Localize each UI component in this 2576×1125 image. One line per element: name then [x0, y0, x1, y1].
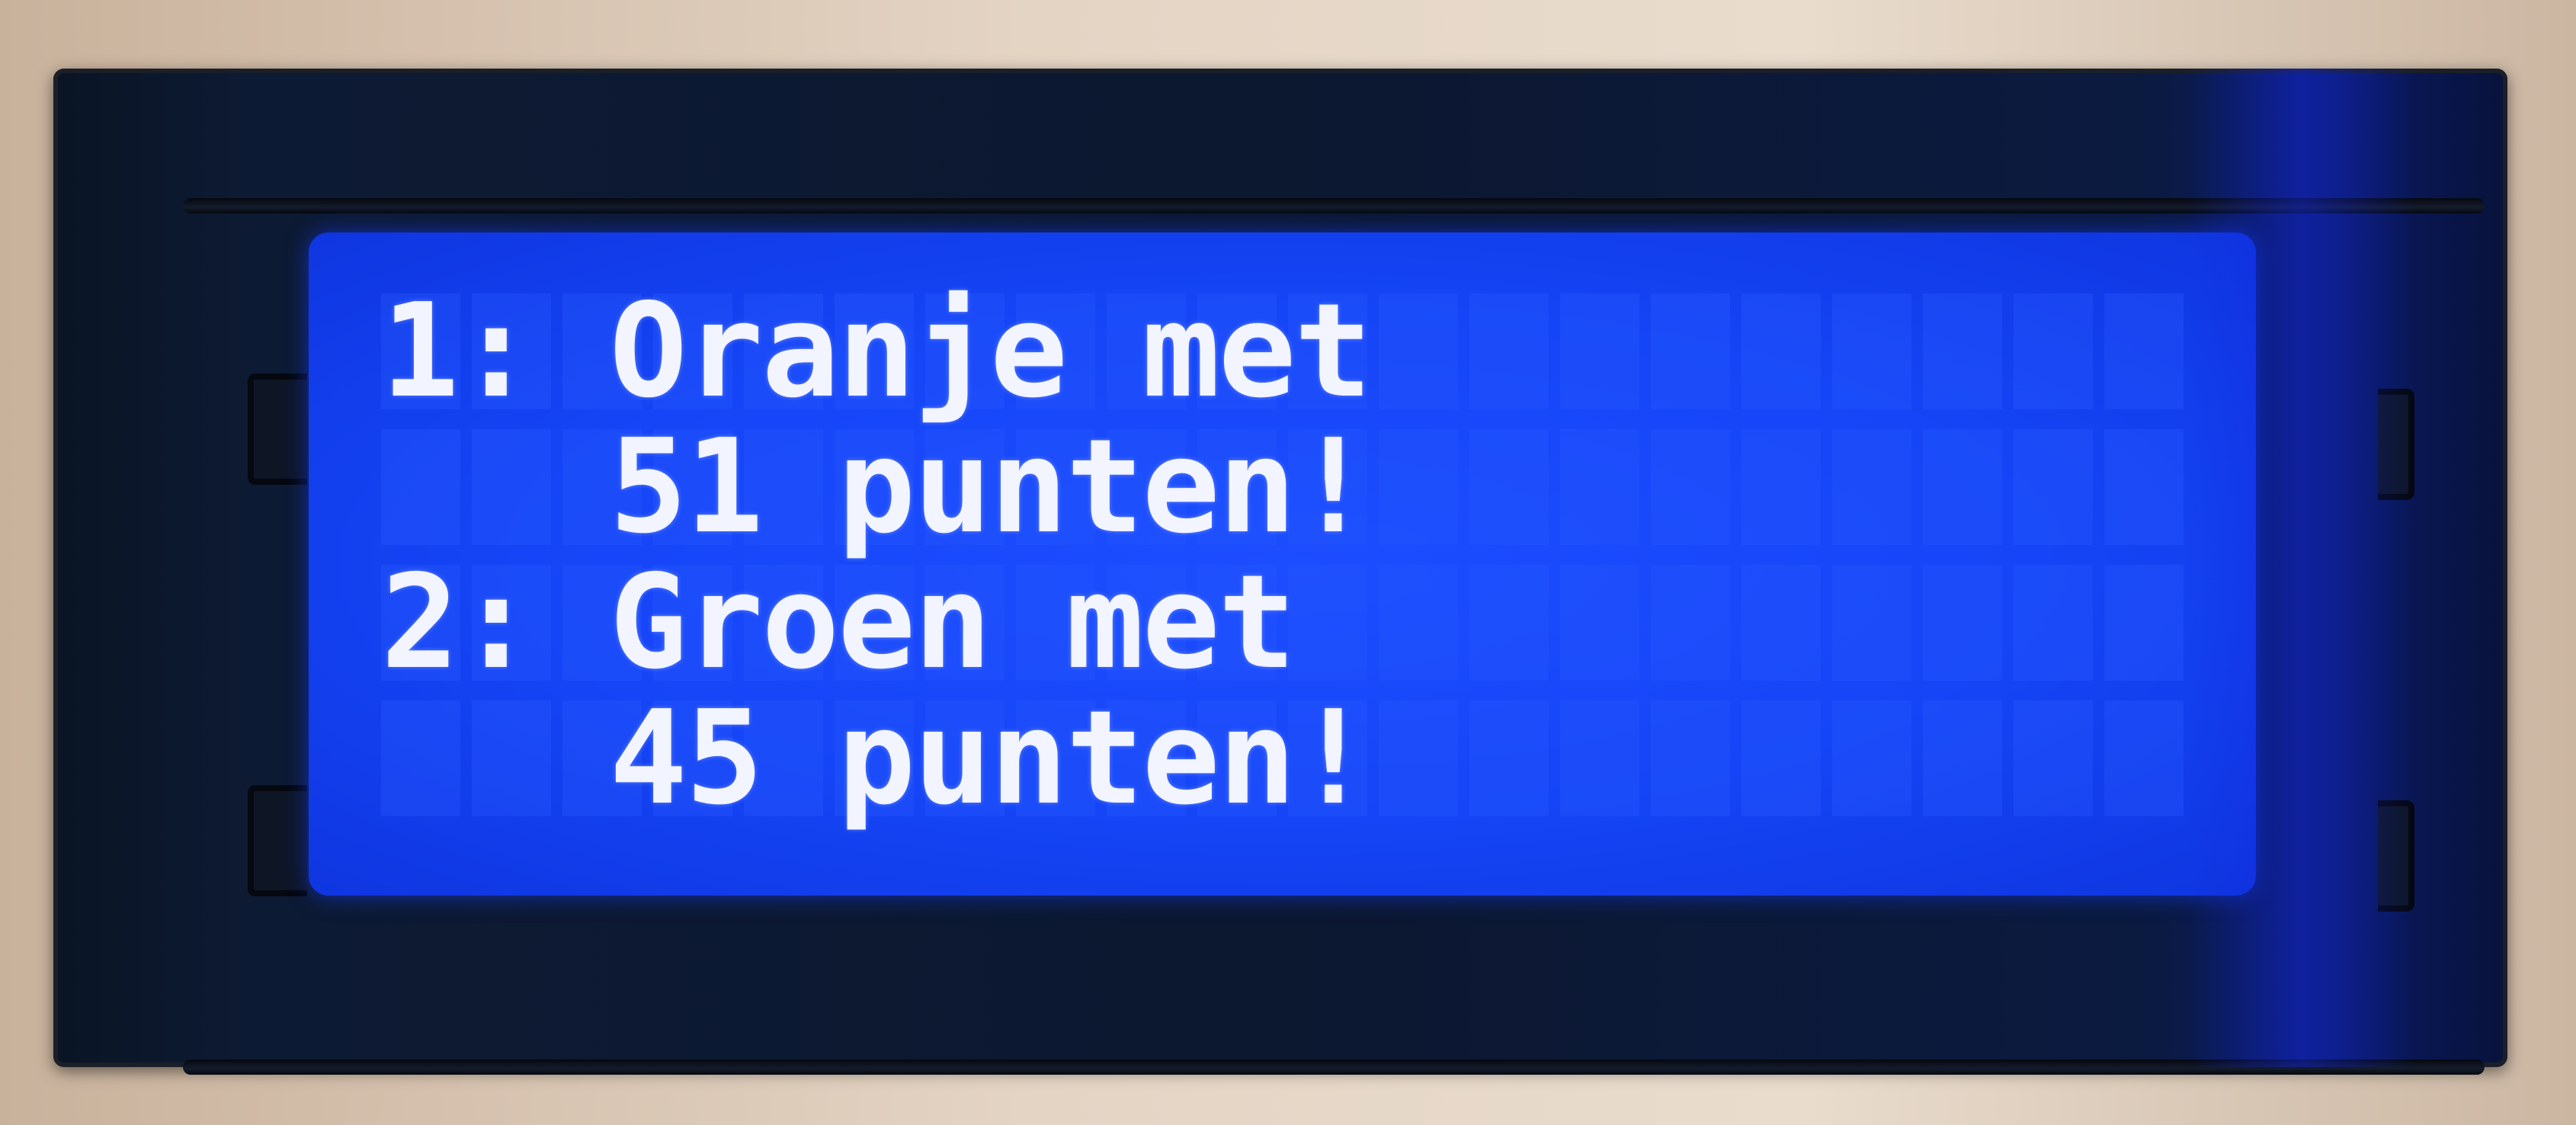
character-cell: [2014, 429, 2093, 545]
lcd-line-2: 51 punten!: [381, 412, 1373, 562]
mounting-clip-left-top: [248, 373, 307, 485]
character-cell: [2104, 429, 2184, 545]
photo-scene: 1: Oranje met 51 punten! 2: Groen met 45…: [0, 0, 2576, 1125]
lcd-line-3: 2: Groen met: [381, 547, 1296, 698]
character-cell: [1923, 700, 2002, 816]
character-cell: [1741, 293, 1821, 409]
character-cell: [1379, 429, 1458, 545]
character-cell: [1469, 700, 1549, 816]
character-cell: [1741, 565, 1821, 681]
character-cell: [1560, 429, 1639, 545]
character-cell: [2014, 565, 2093, 681]
character-cell: [2104, 293, 2184, 409]
character-cell: [1651, 293, 1730, 409]
character-cell: [1651, 700, 1730, 816]
lcd-line-4: 45 punten!: [381, 683, 1373, 834]
character-cell: [1923, 429, 2002, 545]
lcd-line-1: 1: Oranje met: [381, 276, 1373, 427]
character-cell: [1288, 565, 1367, 681]
character-cell: [1560, 293, 1639, 409]
character-cell: [1651, 429, 1730, 545]
character-cell: [1379, 565, 1458, 681]
character-cell: [1469, 293, 1549, 409]
mounting-clip-right-top: [2378, 389, 2414, 500]
character-cell: [1923, 293, 2002, 409]
character-cell: [1379, 700, 1458, 816]
character-cell: [1560, 565, 1639, 681]
lcd-screen: 1: Oranje met 51 punten! 2: Groen met 45…: [309, 232, 2256, 896]
character-cell: [1560, 700, 1639, 816]
character-cell: [1832, 700, 1911, 816]
character-cell: [1832, 565, 1911, 681]
character-cell: [2104, 565, 2184, 681]
character-cell: [2014, 293, 2093, 409]
character-cell: [1651, 565, 1730, 681]
mounting-clip-right-bottom: [2378, 800, 2414, 912]
character-cell: [1832, 293, 1911, 409]
character-cell: [1741, 700, 1821, 816]
mounting-clip-left-bottom: [248, 785, 307, 896]
character-cell: [1923, 565, 2002, 681]
character-cell: [1741, 429, 1821, 545]
character-cell: [2014, 700, 2093, 816]
character-cell: [1379, 293, 1458, 409]
character-cell: [1469, 565, 1549, 681]
character-cell: [1832, 429, 1911, 545]
bezel-top-rail: [183, 198, 2485, 213]
character-cell: [2104, 700, 2184, 816]
character-cell: [1469, 429, 1549, 545]
bezel-bottom-rail: [183, 1059, 2485, 1075]
